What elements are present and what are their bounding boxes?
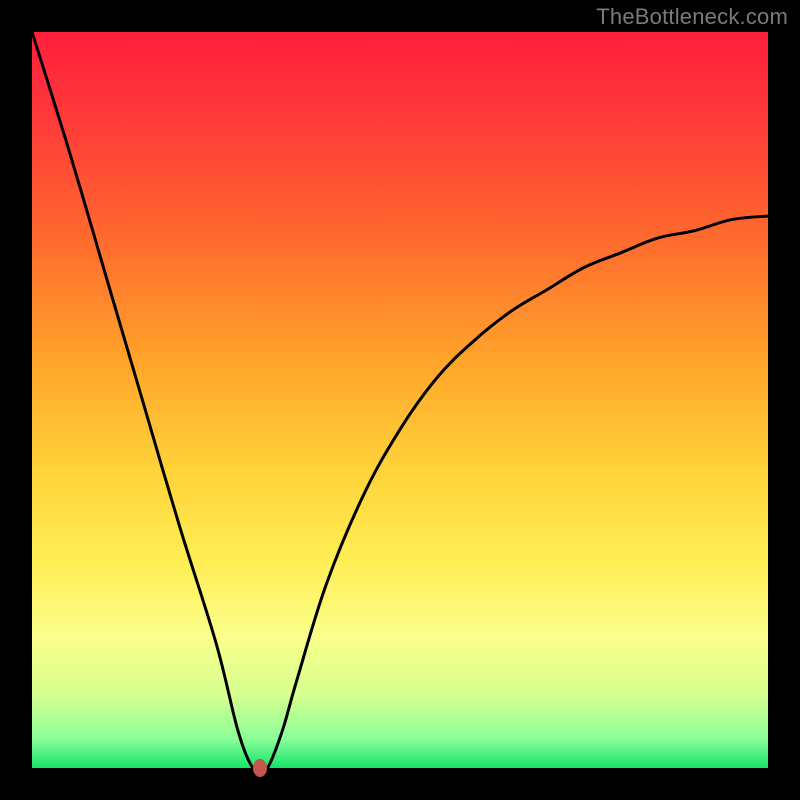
bottleneck-curve xyxy=(32,32,768,768)
optimum-marker xyxy=(253,759,267,777)
chart-frame: TheBottleneck.com xyxy=(0,0,800,800)
watermark-text: TheBottleneck.com xyxy=(596,4,788,30)
plot-area xyxy=(32,32,768,768)
curve-path xyxy=(32,32,768,768)
